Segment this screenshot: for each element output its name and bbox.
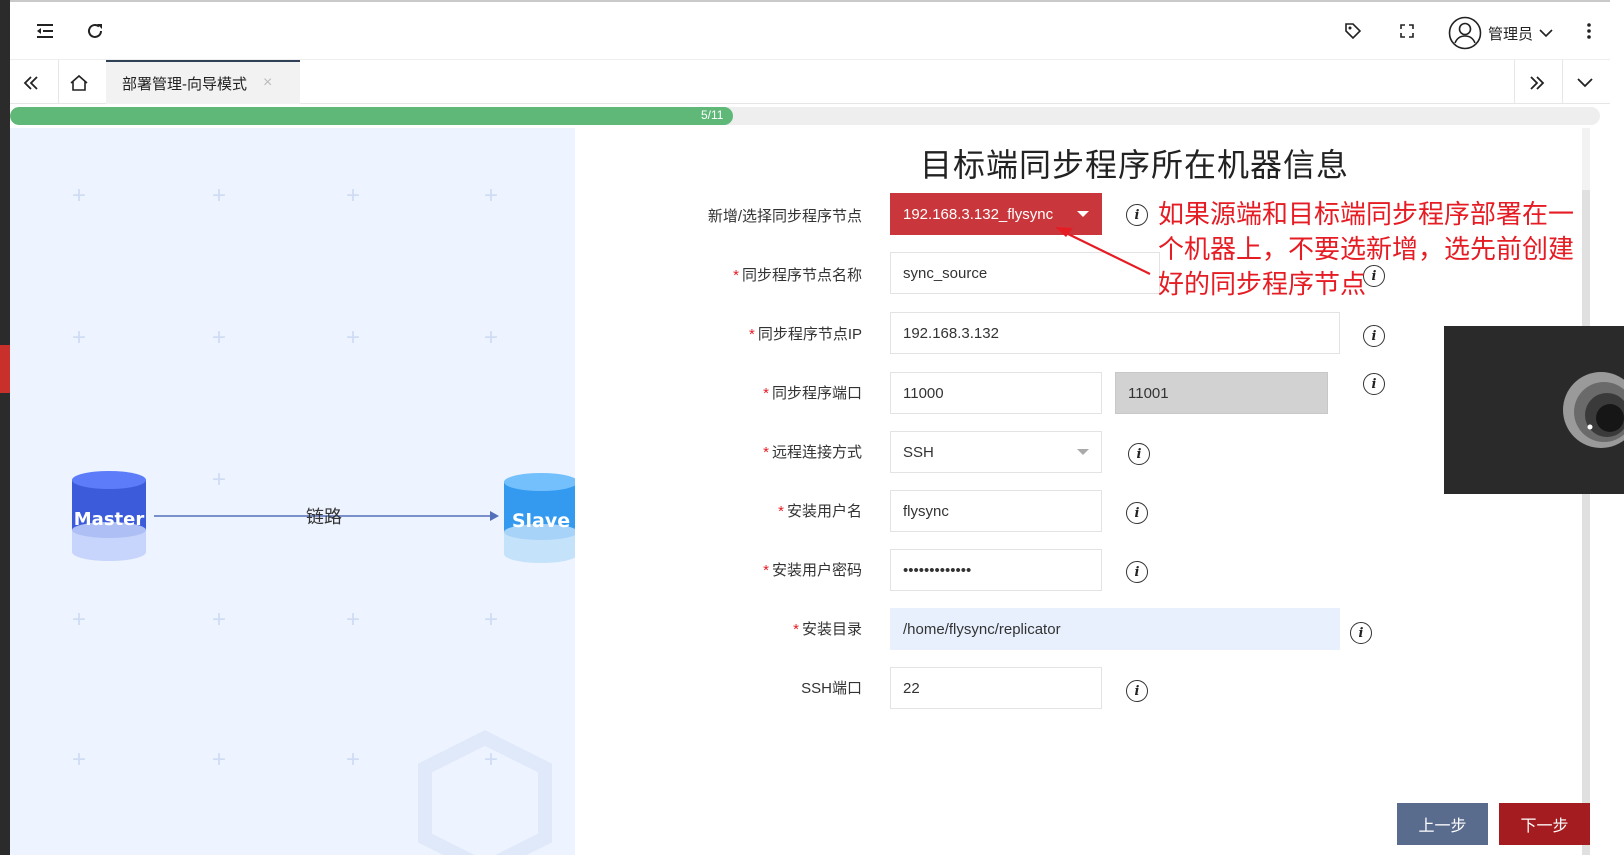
required-mark: * [763,444,769,461]
ssh-port-input[interactable]: 22 [890,667,1102,709]
tabs-scroll-right-icon[interactable] [1522,68,1552,98]
info-icon[interactable]: i [1126,561,1148,583]
required-mark: * [793,621,799,638]
progress-text: 5/11 [700,108,724,122]
node-select-value: 192.168.3.132_flysync [903,205,1054,223]
ssh-port-value: 22 [903,679,920,697]
link-arrow-icon [490,511,499,521]
left-edge-marker [0,345,10,393]
form-title: 目标端同步程序所在机器信息 [920,147,1350,183]
topology-diagram: Master 链路 Slave [72,471,575,855]
camera-lens-icon [1563,372,1624,448]
watermark-logo-icon [418,730,552,855]
tab-separator [1514,60,1515,104]
port-input[interactable]: 11000 [890,372,1102,414]
annotation-note: 如果源端和目标端同步程序部署在一个机器上，不要选新增，选先前创建好的同步程序节点 [1158,199,1575,299]
field-label-text: 远程连接方式 [771,444,862,461]
field-label-port: * 同步程序端口 [763,382,862,403]
user-name: 管理员 [1488,25,1534,43]
next-step-button[interactable]: 下一步 [1499,803,1590,845]
info-icon[interactable]: i [1350,622,1372,644]
fullscreen-icon[interactable] [1392,16,1422,46]
info-icon[interactable]: i [1126,204,1148,226]
master-label: Master [74,509,145,530]
field-label-node-name: * 同步程序节点名称 [733,264,862,285]
prev-step-button[interactable]: 上一步 [1397,803,1488,845]
tab-separator [1562,60,1563,104]
tabs-dropdown-icon[interactable] [1570,68,1600,98]
port-value: 11000 [903,384,944,402]
user-avatar-icon [1448,16,1482,50]
chevron-down-icon [1539,29,1553,38]
install-password-value: ••••••••••••• [903,561,972,579]
install-password-input[interactable]: ••••••••••••• [890,549,1102,591]
connection-select[interactable]: SSH [890,431,1102,473]
tab-bar: 部署管理-向导模式 × [10,60,1610,104]
install-user-value: flysync [903,502,949,520]
node-ip-input[interactable]: 192.168.3.132 [890,312,1340,354]
field-label-text: 新增/选择同步程序节点 [707,208,862,225]
progress-fill: 5/11 [10,107,734,125]
connection-value: SSH [903,443,934,461]
field-label-ssh-port: SSH端口 [801,677,862,698]
node-select[interactable]: 192.168.3.132_flysync [890,193,1102,235]
refresh-icon[interactable] [80,16,110,46]
master-database-icon[interactable]: Master [72,471,146,561]
node-name-input[interactable]: sync_source [890,252,1160,294]
field-label-install-user: * 安装用户名 [778,500,862,521]
topology-canvas: + + + + + + + + + + + + + + + + + Master… [10,128,575,855]
floating-video-overlay[interactable] [1444,326,1624,494]
info-icon[interactable]: i [1126,680,1148,702]
install-dir-value: /home/flysync/replicator [903,620,1061,638]
field-label-text: 同步程序节点IP [757,326,862,343]
user-menu[interactable]: 管理员 [1448,16,1553,50]
field-label-node-select: 新增/选择同步程序节点 [708,205,862,226]
field-label-node-ip: * 同步程序节点IP [749,323,862,344]
field-label-text: 安装用户密码 [771,562,862,579]
required-mark: * [748,326,755,343]
field-label-text: SSH端口 [801,680,862,697]
field-label-text: 同步程序节点名称 [741,267,862,284]
field-label-install-password: * 安装用户密码 [763,559,862,580]
menu-fold-icon[interactable] [30,16,60,46]
info-icon[interactable]: i [1126,502,1148,524]
required-mark: * [763,562,769,579]
tabs-scroll-left-icon[interactable] [16,68,46,98]
tab-close-icon[interactable]: × [263,74,272,92]
info-icon[interactable]: i [1363,325,1385,347]
caret-down-icon [1077,211,1089,217]
caret-down-icon [1077,449,1089,455]
left-edge-strip [0,0,10,855]
slave-database-icon[interactable]: Slave [504,473,575,563]
tab-separator [58,60,59,104]
node-ip-value: 192.168.3.132 [903,324,999,342]
install-dir-input[interactable]: /home/flysync/replicator [890,608,1340,650]
port-secondary-input: 11001 [1115,372,1328,414]
field-label-text: 安装目录 [801,621,862,638]
node-name-value: sync_source [903,264,988,282]
slave-label: Slave [512,510,570,532]
required-mark: * [763,385,769,402]
top-bar: 管理员 [10,0,1610,60]
tab-deploy-wizard[interactable]: 部署管理-向导模式 × [106,60,300,104]
field-label-connection: * 远程连接方式 [763,441,862,462]
info-icon[interactable]: i [1363,373,1385,395]
wizard-progress-bar: 5/11 [10,107,1600,125]
field-label-text: 安装用户名 [786,503,862,520]
field-label-text: 同步程序端口 [771,385,862,402]
port-secondary-value: 11001 [1128,384,1169,402]
field-label-install-dir: * 安装目录 [793,618,862,639]
install-user-input[interactable]: flysync [890,490,1102,532]
info-icon[interactable]: i [1128,443,1150,465]
home-icon[interactable] [64,68,94,98]
tag-icon[interactable] [1338,16,1368,46]
tab-label: 部署管理-向导模式 [122,75,247,93]
more-vertical-icon[interactable] [1574,16,1604,46]
required-mark: * [778,503,784,520]
required-mark: * [733,267,739,284]
link-label: 链路 [306,507,342,528]
